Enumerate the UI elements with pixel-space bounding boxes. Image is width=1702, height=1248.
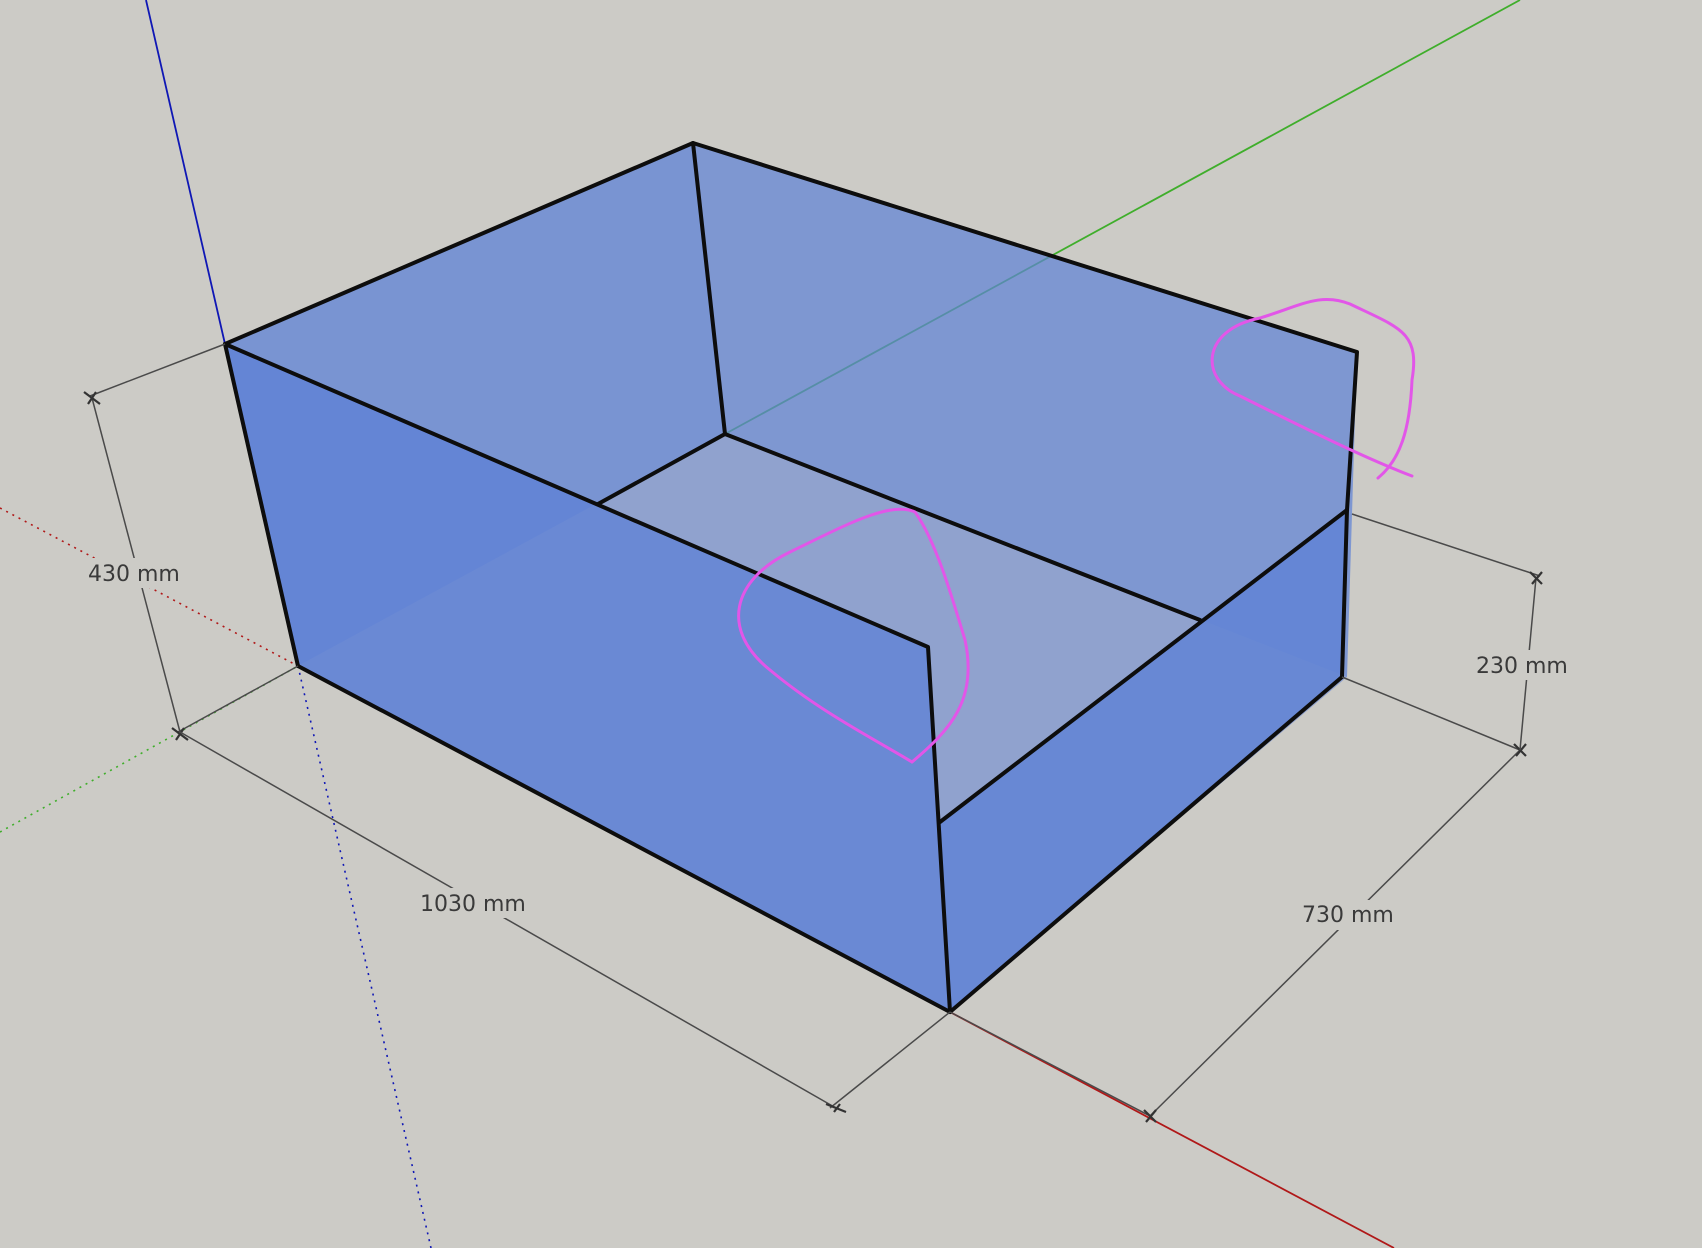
arrow-tick-icon (825, 1102, 847, 1114)
dimension-label-1030: 1030 mm (420, 892, 526, 917)
box-model[interactable] (223, 141, 1359, 1014)
blue-axis-hidden (297, 665, 432, 1248)
dimension-label-230: 230 mm (1476, 654, 1568, 679)
blue-axis (145, 0, 226, 345)
dimension-label-730: 730 mm (1302, 903, 1394, 928)
modeling-viewport[interactable]: 430 mm 1030 mm 730 mm 230 mm (0, 0, 1702, 1248)
dimension-label-430: 430 mm (88, 562, 180, 587)
dimension-230[interactable]: 230 mm (1351, 513, 1574, 751)
3d-scene[interactable]: 430 mm 1030 mm 730 mm 230 mm (0, 0, 1702, 1248)
